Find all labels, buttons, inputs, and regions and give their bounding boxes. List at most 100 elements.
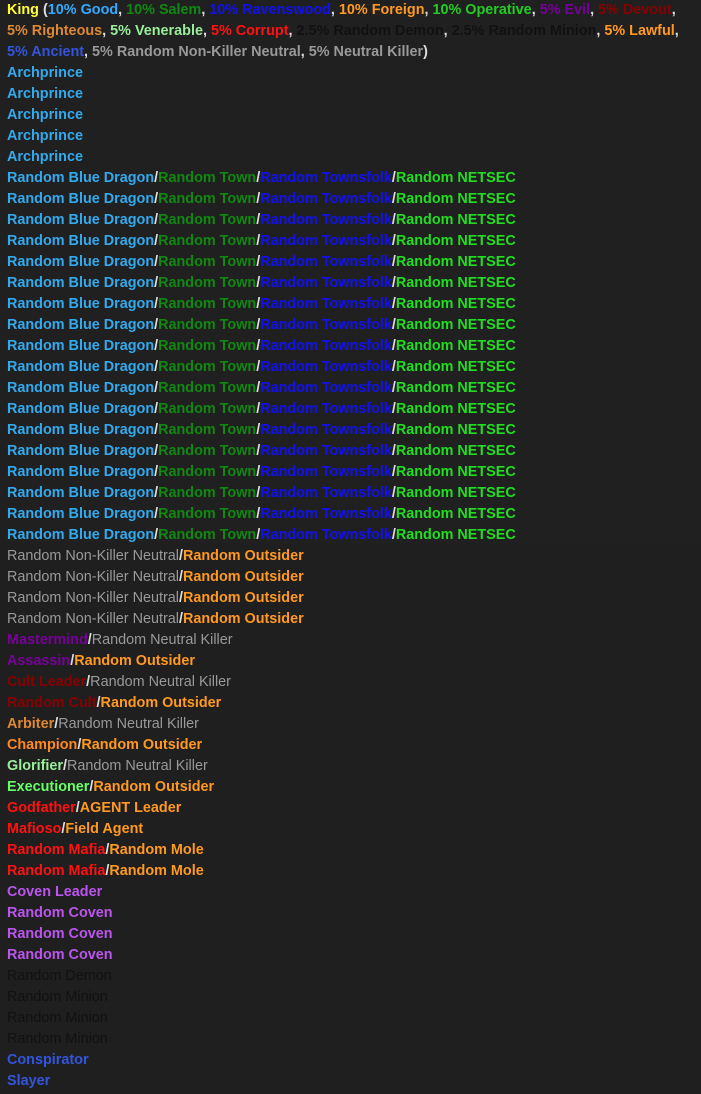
- role-segment: Random Townsfolk: [260, 401, 392, 417]
- separator: ,: [590, 2, 599, 18]
- role-list-item: Random Coven: [7, 924, 694, 945]
- role-segment: Random Townsfolk: [260, 170, 392, 186]
- role-segment: Random Townsfolk: [260, 317, 392, 333]
- role-segment: Random Townsfolk: [260, 443, 392, 459]
- role-list-item: Random Blue Dragon/Random Town/Random To…: [7, 399, 694, 420]
- separator: ,: [300, 44, 309, 60]
- role-list-item: Random Mafia/Random Mole: [7, 840, 694, 861]
- role-segment: 10% Good: [47, 2, 119, 18]
- role-segment: Random Minion: [7, 989, 108, 1005]
- role-list-item: Random Blue Dragon/Random Town/Random To…: [7, 525, 694, 546]
- role-list-item: Random Blue Dragon/Random Town/Random To…: [7, 294, 694, 315]
- role-segment: Random NETSEC: [395, 464, 516, 480]
- role-segment: AGENT Leader: [79, 800, 182, 816]
- role-list-item: Arbiter/Random Neutral Killer: [7, 714, 694, 735]
- role-list-item: Random Blue Dragon/Random Town/Random To…: [7, 273, 694, 294]
- role-segment: Random NETSEC: [395, 191, 516, 207]
- role-list-item: Random Blue Dragon/Random Town/Random To…: [7, 441, 694, 462]
- role-segment: Random Town: [158, 443, 257, 459]
- role-segment: Random Town: [158, 527, 257, 543]
- role-list-item: Archprince: [7, 63, 694, 84]
- role-segment: Random NETSEC: [395, 212, 516, 228]
- role-segment: Random NETSEC: [395, 233, 516, 249]
- role-list-item: Random Blue Dragon/Random Town/Random To…: [7, 504, 694, 525]
- role-segment: Random Blue Dragon: [7, 506, 155, 522]
- role-segment: Random Outsider: [100, 695, 222, 711]
- role-segment: Random Blue Dragon: [7, 191, 155, 207]
- role-segment: Random Town: [158, 170, 257, 186]
- role-list-item: Random Blue Dragon/Random Town/Random To…: [7, 252, 694, 273]
- role-segment: Random NETSEC: [395, 338, 516, 354]
- separator: ,: [84, 44, 93, 60]
- role-list-item: Cult Leader/Random Neutral Killer: [7, 672, 694, 693]
- role-segment: Random Outsider: [81, 737, 203, 753]
- role-segment: Archprince: [7, 128, 83, 144]
- role-segment: Random Blue Dragon: [7, 443, 155, 459]
- role-list-item: Archprince: [7, 126, 694, 147]
- king-probability-line: King (10% Good, 10% Salem, 10% Ravenswoo…: [7, 0, 694, 63]
- role-segment: Random Blue Dragon: [7, 275, 155, 291]
- role-segment: Random Town: [158, 401, 257, 417]
- role-segment: Random Town: [158, 422, 257, 438]
- role-segment: Random NETSEC: [395, 170, 516, 186]
- role-list-item: Archprince: [7, 105, 694, 126]
- role-segment: 5% Venerable: [110, 23, 203, 39]
- role-list-item: Random Non-Killer Neutral/Random Outside…: [7, 567, 694, 588]
- role-segment: Glorifier: [7, 758, 63, 774]
- role-segment: Random Non-Killer Neutral: [7, 611, 179, 627]
- role-segment: Random Townsfolk: [260, 296, 392, 312]
- role-segment: 10% Foreign: [338, 2, 425, 18]
- role-segment: Random Blue Dragon: [7, 527, 155, 543]
- role-segment: Random Mole: [109, 842, 204, 858]
- role-segment: Random Town: [158, 464, 257, 480]
- role-segment: 5% Neutral Killer: [308, 44, 424, 60]
- role-list-item: Random Blue Dragon/Random Town/Random To…: [7, 357, 694, 378]
- role-segment: 5% Lawful: [604, 23, 675, 39]
- role-list-item: Random Blue Dragon/Random Town/Random To…: [7, 315, 694, 336]
- role-segment: Slayer: [7, 1073, 51, 1089]
- role-list-item: Random Non-Killer Neutral/Random Outside…: [7, 609, 694, 630]
- role-list-item: Assassin/Random Outsider: [7, 651, 694, 672]
- role-list-item: Random Blue Dragon/Random Town/Random To…: [7, 483, 694, 504]
- role-segment: 10% Ravenswood: [209, 2, 331, 18]
- role-segment: Random Non-Killer Neutral: [7, 548, 179, 564]
- role-segment: Random Outsider: [182, 611, 304, 627]
- role-segment: Random Townsfolk: [260, 464, 392, 480]
- separator: ,: [674, 23, 679, 39]
- role-list-item: Random Cult/Random Outsider: [7, 693, 694, 714]
- role-segment: Archprince: [7, 149, 83, 165]
- role-segment: Random Townsfolk: [260, 380, 392, 396]
- role-segment: 10% Salem: [126, 2, 202, 18]
- separator: ,: [671, 2, 676, 18]
- role-list-item: Random Blue Dragon/Random Town/Random To…: [7, 168, 694, 189]
- separator: ,: [424, 2, 433, 18]
- role-segment: Random Town: [158, 233, 257, 249]
- role-segment: Mafioso: [7, 821, 62, 837]
- role-segment: 5% Ancient: [7, 44, 85, 60]
- role-segment: Random Town: [158, 338, 257, 354]
- role-list: King (10% Good, 10% Salem, 10% Ravenswoo…: [0, 0, 701, 1094]
- role-list-item: Mafioso/Field Agent: [7, 819, 694, 840]
- role-segment: Random Minion: [7, 1010, 108, 1026]
- role-segment: Random Non-Killer Neutral: [7, 590, 179, 606]
- role-segment: 5% Corrupt: [210, 23, 289, 39]
- role-segment: Random Townsfolk: [260, 191, 392, 207]
- role-segment: Random Town: [158, 485, 257, 501]
- separator: ,: [202, 23, 211, 39]
- role-segment: Random Neutral Killer: [66, 758, 208, 774]
- role-list-item: Random Blue Dragon/Random Town/Random To…: [7, 210, 694, 231]
- role-list-item: Glorifier/Random Neutral Killer: [7, 756, 694, 777]
- separator: ,: [330, 2, 339, 18]
- role-list-item: Random Minion: [7, 1008, 694, 1029]
- role-segment: Random Town: [158, 359, 257, 375]
- role-segment: Random Townsfolk: [260, 254, 392, 270]
- role-segment: Field Agent: [65, 821, 144, 837]
- role-segment: Arbiter: [7, 716, 55, 732]
- role-segment: Random Townsfolk: [260, 359, 392, 375]
- role-segment: Random Townsfolk: [260, 527, 392, 543]
- separator: ,: [118, 2, 127, 18]
- role-list-item: Random Demon: [7, 966, 694, 987]
- role-list-item: Random Coven: [7, 903, 694, 924]
- role-segment: Random Blue Dragon: [7, 233, 155, 249]
- role-segment: 5% Random Non-Killer Neutral: [92, 44, 301, 60]
